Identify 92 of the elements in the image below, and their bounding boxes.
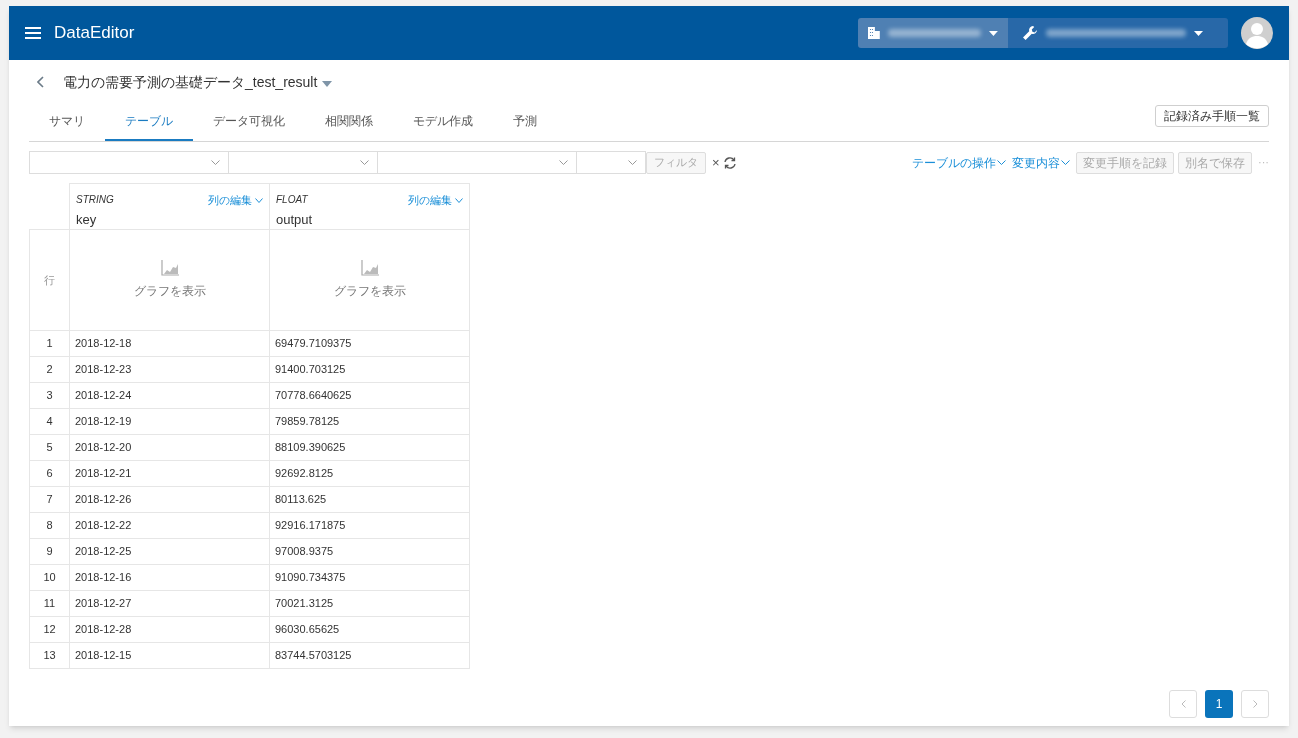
table-cell: 2018-12-25 — [69, 538, 270, 565]
chevron-down-icon — [1061, 160, 1070, 165]
chevron-down-icon — [360, 160, 369, 165]
table-cell: 97008.9375 — [269, 538, 470, 565]
table-cell: 83744.5703125 — [269, 642, 470, 669]
edit-column-link[interactable]: 列の編集 — [408, 192, 463, 209]
table-cell: 92692.8125 — [269, 460, 470, 487]
wrench-icon — [1022, 25, 1038, 41]
table-cell: 2018-12-18 — [69, 330, 270, 357]
chevron-left-icon — [1180, 700, 1186, 708]
table-cell: 91090.734375 — [269, 564, 470, 591]
menu-icon[interactable] — [25, 27, 41, 39]
chevron-right-icon — [1252, 700, 1258, 708]
menu-link[interactable]: テーブルの操作 — [912, 153, 996, 172]
dropdown-field[interactable] — [29, 151, 229, 174]
building-icon — [868, 27, 880, 39]
table-cell: 70021.3125 — [269, 590, 470, 617]
table-cell: 2018-12-28 — [69, 616, 270, 643]
table-cell: 2018-12-16 — [69, 564, 270, 591]
table-cell: 2018-12-22 — [69, 512, 270, 539]
table-cell: 79859.78125 — [269, 408, 470, 435]
table-cell: 91400.703125 — [269, 356, 470, 383]
table-cell: 2018-12-15 — [69, 642, 270, 669]
show-graph-button[interactable]: グラフを表示 — [133, 260, 206, 300]
row-number: 2 — [29, 356, 70, 383]
row-number: 1 — [29, 330, 70, 357]
chevron-down-icon — [559, 160, 568, 165]
table-cell: 2018-12-24 — [69, 382, 270, 409]
previous-page-button[interactable] — [1169, 690, 1197, 718]
column-type: FLOAT — [276, 193, 308, 207]
chevron-down-icon — [997, 160, 1006, 165]
table-cell: 96030.65625 — [269, 616, 470, 643]
row-number: 3 — [29, 382, 70, 409]
chevron-down-icon — [211, 160, 220, 165]
table-cell: 80113.625 — [269, 486, 470, 513]
edit-column-text: 列の編集 — [408, 193, 452, 208]
dropdown-field[interactable] — [377, 151, 577, 174]
organization-selector[interactable] — [858, 18, 1008, 48]
chevron-down-icon — [628, 160, 637, 165]
column-name: output — [276, 210, 313, 229]
table-cell: 69479.7109375 — [269, 330, 470, 357]
caret-icon[interactable] — [322, 80, 333, 87]
edit-column-text: 列の編集 — [208, 193, 252, 208]
row-number: 12 — [29, 616, 70, 643]
chart-icon — [360, 260, 379, 276]
column-name: key — [76, 210, 97, 229]
tab[interactable]: サマリ — [29, 103, 105, 141]
tab[interactable]: テーブル — [105, 103, 193, 141]
row-number: 13 — [29, 642, 70, 669]
table-cell: 88109.390625 — [269, 434, 470, 461]
caret-icon — [989, 30, 998, 36]
row-number: 11 — [29, 590, 70, 617]
next-page-button[interactable] — [1241, 690, 1269, 718]
tab[interactable]: データ可視化 — [193, 103, 305, 141]
back-icon[interactable] — [37, 76, 44, 88]
avatar-icon[interactable] — [1241, 17, 1273, 49]
tab[interactable]: モデル作成 — [393, 103, 493, 141]
table-cell: 2018-12-21 — [69, 460, 270, 487]
app-title: DataEditor — [54, 22, 135, 45]
row-number: 10 — [29, 564, 70, 591]
table-cell: 92916.171875 — [269, 512, 470, 539]
chevron-down-icon — [455, 197, 463, 203]
show-graph-button[interactable]: グラフを表示 — [333, 260, 406, 300]
dropdown-field[interactable] — [228, 151, 378, 174]
row-number: 6 — [29, 460, 70, 487]
table-cell: 70778.6640625 — [269, 382, 470, 409]
dataset-title: 電力の需要予測の基礎データ_test_result — [63, 72, 318, 92]
tab[interactable]: 予測 — [493, 103, 557, 141]
column-type: STRING — [76, 193, 114, 207]
refresh-icon[interactable] — [722, 155, 737, 170]
row-header: 行 — [44, 273, 55, 286]
clear-filter-button[interactable]: × — [712, 152, 720, 173]
table-cell: 2018-12-26 — [69, 486, 270, 513]
page-button[interactable]: 1 — [1205, 690, 1233, 718]
caret-icon — [1194, 30, 1203, 36]
table-cell: 2018-12-23 — [69, 356, 270, 383]
edit-column-link[interactable]: 列の編集 — [208, 192, 263, 209]
dropdown-field[interactable] — [576, 151, 646, 174]
row-number: 5 — [29, 434, 70, 461]
tab[interactable]: 相関関係 — [305, 103, 393, 141]
row-number: 8 — [29, 512, 70, 539]
recorded-steps-button[interactable]: 記録済み手順一覧 — [1155, 105, 1269, 127]
table-cell: 2018-12-20 — [69, 434, 270, 461]
row-number: 9 — [29, 538, 70, 565]
chevron-down-icon — [255, 197, 263, 203]
row-number: 7 — [29, 486, 70, 513]
table-cell: 2018-12-19 — [69, 408, 270, 435]
table-cell: 2018-12-27 — [69, 590, 270, 617]
chart-icon — [160, 260, 179, 276]
menu-link[interactable]: 変更内容 — [1012, 153, 1060, 172]
row-number: 4 — [29, 408, 70, 435]
project-selector[interactable] — [1008, 18, 1228, 48]
